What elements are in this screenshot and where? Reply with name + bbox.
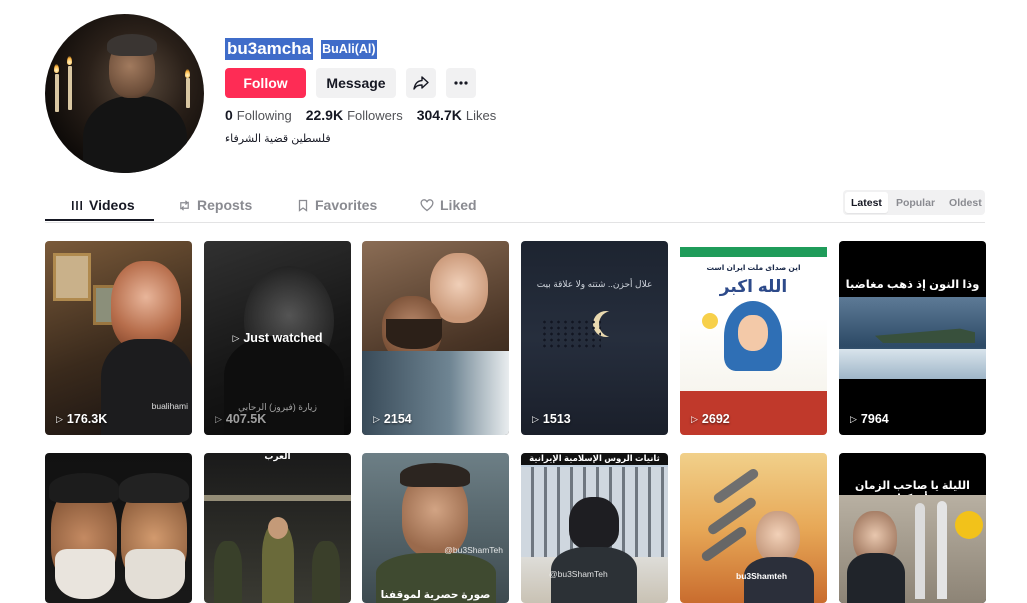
- video-card[interactable]: ▷ Just watched زيارة (فيروز) الرحابي ▷ 407…: [204, 241, 351, 435]
- sort-oldest-button[interactable]: Oldest: [943, 192, 988, 213]
- sort-popular-button[interactable]: Popular: [890, 192, 941, 213]
- play-icon: ▷: [232, 332, 240, 343]
- tab-label: Favorites: [315, 197, 378, 213]
- video-caption: ثانيات الروس الإسلامية الإيرانية: [529, 453, 660, 463]
- view-count: ▷ 1513: [532, 412, 571, 426]
- view-count: ▷ 2154: [373, 412, 412, 426]
- play-icon: ▷: [850, 413, 857, 424]
- username: bu3amcha: [225, 38, 314, 60]
- sort-toggle: Latest Popular Oldest: [843, 190, 985, 215]
- following-stat[interactable]: 0 Following: [225, 107, 292, 123]
- nickname: BuAli(Al): [321, 39, 377, 59]
- tab-active-indicator: [45, 219, 154, 221]
- follow-button[interactable]: Follow: [225, 68, 306, 98]
- video-card[interactable]: وذا النون إذ ذهب مغاضبا ▷ 7964: [839, 241, 986, 435]
- video-card[interactable]: ▷ 2154: [362, 241, 509, 435]
- message-button[interactable]: Message: [316, 68, 396, 98]
- more-button[interactable]: [446, 68, 476, 98]
- profile-stats: 0 Following 22.9K Followers 304.7K Likes: [225, 107, 496, 123]
- followers-stat[interactable]: 22.9K Followers: [306, 107, 403, 123]
- tab-videos[interactable]: Videos: [71, 188, 135, 222]
- following-count: 0: [225, 107, 233, 123]
- view-count: ▷ 407.5K: [215, 412, 267, 426]
- video-caption: العرب: [264, 453, 291, 461]
- video-caption: وذا النون إذ ذهب مغاضبا: [845, 279, 980, 291]
- video-watermark: @bu3ShamTeh: [444, 545, 503, 555]
- video-caption: علال أحزن.. شتته ولا علاقة بيت: [536, 279, 653, 289]
- video-card[interactable]: این صدای ملت ایران است الله اکبر ▷ 2692: [680, 241, 827, 435]
- tab-label: Videos: [89, 197, 135, 213]
- video-card[interactable]: ثانيات الروس الإسلامية الإيرانية @bu3Sha…: [521, 453, 668, 603]
- more-dots-icon: [454, 81, 468, 85]
- profile-actions: Follow Message: [225, 68, 476, 98]
- video-caption: الله اکبر: [719, 277, 788, 296]
- video-watermark: bualihami: [151, 401, 188, 411]
- heart-outline-icon: [420, 198, 434, 211]
- repost-icon: [180, 199, 189, 211]
- share-icon: [413, 76, 429, 90]
- following-label: Following: [236, 108, 292, 123]
- play-icon: ▷: [532, 413, 539, 424]
- video-card[interactable]: bu3Shamteh: [680, 453, 827, 603]
- share-button[interactable]: [406, 68, 436, 98]
- play-icon: ▷: [215, 413, 222, 424]
- just-watched-label: Just watched: [243, 331, 323, 345]
- followers-label: Followers: [347, 108, 403, 123]
- avatar[interactable]: [45, 14, 204, 173]
- likes-count: 304.7K: [416, 107, 462, 123]
- tab-reposts[interactable]: Reposts: [178, 188, 252, 222]
- followers-count: 22.9K: [305, 107, 344, 123]
- video-card[interactable]: علال أحزن.. شتته ولا علاقة بيت ▷ 1513: [521, 241, 668, 435]
- tab-label: Liked: [440, 197, 477, 213]
- video-card[interactable]: [45, 453, 192, 603]
- play-icon: ▷: [691, 413, 698, 424]
- view-count: ▷ 2692: [691, 412, 730, 426]
- bookmark-icon: [298, 199, 308, 212]
- grid-bars-icon: [72, 201, 82, 210]
- view-count: ▷ 176.3K: [56, 412, 108, 426]
- play-icon: ▷: [56, 413, 63, 424]
- sort-latest-button[interactable]: Latest: [845, 192, 888, 213]
- play-icon: ▷: [373, 413, 380, 424]
- video-card[interactable]: الليلة يا صاحب الزمان أدركنا: [839, 453, 986, 603]
- tab-label: Reposts: [197, 197, 253, 213]
- likes-label: Likes: [465, 108, 497, 123]
- view-count: ▷ 7964: [850, 412, 889, 426]
- tab-favorites[interactable]: Favorites: [297, 188, 377, 222]
- video-card[interactable]: bualihami ▷ 176.3K: [45, 241, 192, 435]
- video-card[interactable]: العرب: [204, 453, 351, 603]
- video-caption: صورة حصرية لموقفنا: [380, 589, 491, 601]
- video-caption-top: این صدای ملت ایران است: [706, 263, 801, 272]
- profile-page: bu3amcha BuAli(Al) Follow Message 0 Follo…: [0, 0, 1027, 603]
- video-card[interactable]: @bu3ShamTeh صورة حصرية لموقفنا: [362, 453, 509, 603]
- video-watermark: @bu3ShamTeh: [549, 569, 608, 579]
- likes-stat: 304.7K Likes: [417, 107, 497, 123]
- bio: فلسطين قضية الشرفاء: [225, 133, 331, 145]
- name-row: bu3amcha BuAli(Al): [225, 38, 377, 60]
- tab-liked[interactable]: Liked: [420, 188, 477, 222]
- video-watermark: bu3Shamteh: [736, 571, 788, 581]
